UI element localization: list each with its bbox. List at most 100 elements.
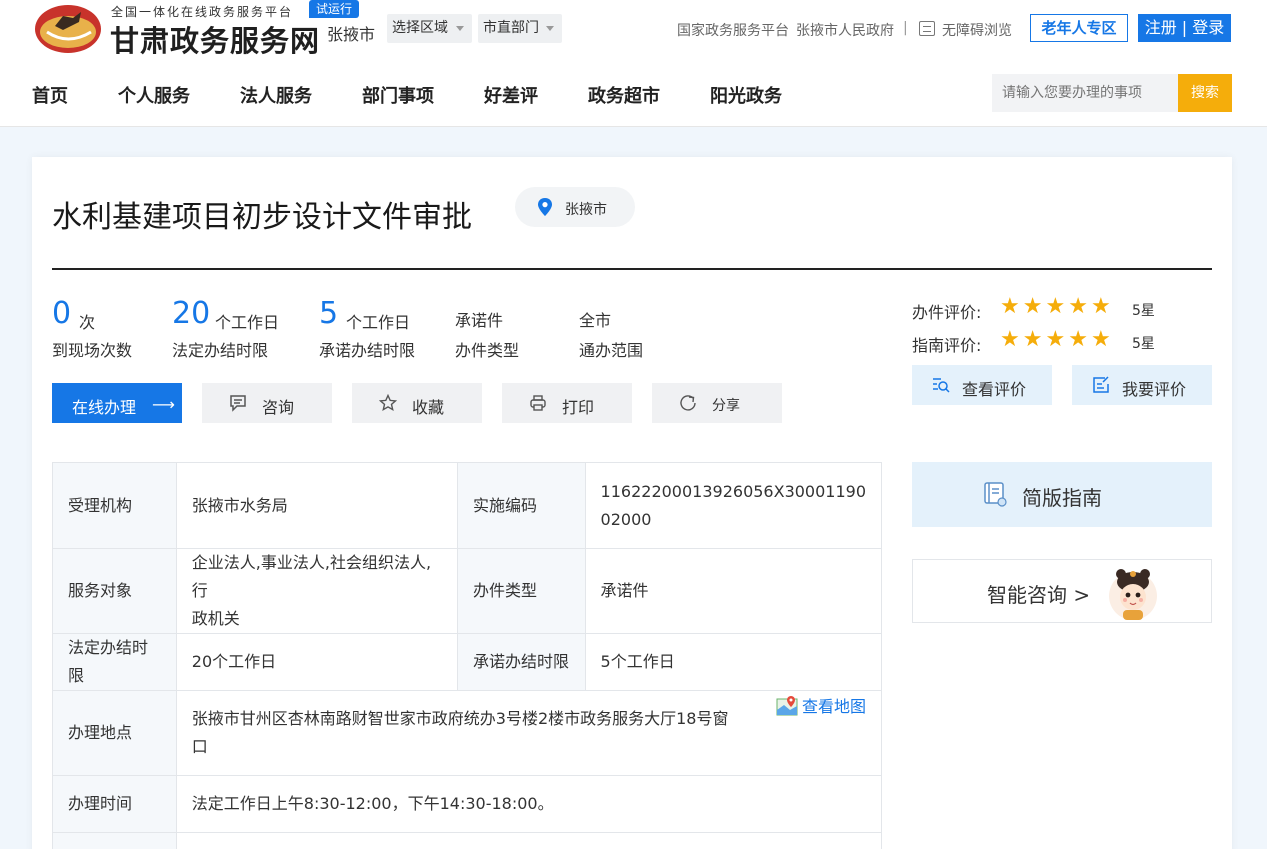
- trial-badge: 试运行: [309, 0, 360, 18]
- nav-legal-person-services[interactable]: 法人服务: [240, 82, 312, 108]
- nav-home[interactable]: 首页: [32, 82, 68, 108]
- refresh-share-icon: [680, 395, 696, 411]
- search-input[interactable]: [992, 74, 1179, 112]
- table-row: 服务对象 企业法人,事业法人,社会组织法人,行 政机关 办件类型 承诺件: [52, 548, 883, 634]
- star-filled-icon: ★: [1090, 327, 1114, 352]
- print-button[interactable]: 打印: [502, 383, 632, 423]
- table-value: 5个工作日: [584, 633, 883, 691]
- scope-label: 通办范围: [579, 341, 644, 360]
- search-button[interactable]: 搜索: [1178, 74, 1232, 112]
- table-key: 办件类型: [457, 548, 586, 634]
- table-key: 法定办结时限: [52, 633, 177, 691]
- implementation-code-line-2: 02000: [600, 509, 652, 529]
- item-type-label: 办件类型: [455, 341, 520, 360]
- visits-count: 0: [52, 296, 72, 331]
- address-line-1: 张掖市甘州区杏林南路财智世家市政府统办3号楼2楼市政务服务大厅18号窗: [191, 709, 729, 728]
- visits-label: 到现场次数: [52, 341, 133, 360]
- view-evaluations-button[interactable]: 查看评价: [912, 365, 1052, 405]
- scope-value: 全市: [579, 311, 612, 330]
- accessibility-link[interactable]: 无障碍浏览: [942, 20, 1012, 40]
- online-apply-label: 在线办理: [72, 398, 137, 417]
- guide-rating-stars: ★★★★★: [1000, 329, 1114, 351]
- site-title[interactable]: 甘肃政务服务网: [110, 18, 320, 60]
- view-map-label: 查看地图: [801, 697, 866, 716]
- write-evaluation-button[interactable]: 我要评价: [1072, 365, 1212, 405]
- table-value: 11622200013926056X30001190 02000: [584, 462, 883, 549]
- link-separator: |: [903, 20, 908, 36]
- view-map-link[interactable]: 查看地图: [776, 693, 866, 721]
- star-filled-icon: ★: [1022, 327, 1046, 352]
- share-label: 分享: [712, 398, 740, 414]
- region-select[interactable]: 选择区域: [387, 14, 472, 43]
- online-apply-button[interactable]: 在线办理 ⟶: [52, 383, 182, 423]
- map-icon: [776, 696, 798, 716]
- share-button[interactable]: 分享: [652, 383, 782, 423]
- nav-open-affairs[interactable]: 阳光政务: [710, 82, 782, 108]
- star-filled-icon: ★: [1022, 294, 1046, 319]
- star-outline-icon: [379, 394, 397, 412]
- edit-note-icon: [1093, 376, 1109, 393]
- table-value: 法定工作日上午8:30-12:00，下午14:30-18:00。: [175, 775, 883, 833]
- favorite-label: 收藏: [412, 398, 445, 417]
- assistant-avatar: [1109, 569, 1157, 620]
- visits-unit: 次: [79, 313, 96, 332]
- accessibility-icon[interactable]: [919, 21, 935, 36]
- department-select[interactable]: 市直部门: [478, 14, 562, 43]
- promise-days-count: 5: [319, 296, 339, 331]
- location-pin-icon: [538, 198, 552, 216]
- print-label: 打印: [562, 398, 595, 417]
- region-select-label: 选择区域: [392, 20, 448, 36]
- guide-rating-label: 指南评价:: [912, 336, 982, 355]
- horse-emblem-logo[interactable]: [33, 2, 103, 54]
- elder-zone-button[interactable]: 老年人专区: [1030, 14, 1128, 42]
- city-government-link[interactable]: 张掖市人民政府: [796, 20, 894, 40]
- legal-days-count: 20: [172, 296, 211, 331]
- title-divider: [52, 268, 1212, 270]
- favorite-button[interactable]: 收藏: [352, 383, 482, 423]
- nav-evaluation[interactable]: 好差评: [484, 82, 538, 108]
- page-title: 水利基建项目初步设计文件审批: [52, 200, 472, 235]
- table-value: 张掖市水务局: [175, 462, 459, 549]
- handle-rating-score: 5星: [1132, 303, 1155, 319]
- service-target-line-1: 企业法人,事业法人,社会组织法人,行: [191, 553, 432, 600]
- promise-days-unit: 个工作日: [346, 313, 411, 332]
- item-type-value: 承诺件: [455, 311, 504, 330]
- table-value: 承诺件: [584, 548, 883, 634]
- consult-button[interactable]: 咨询: [202, 383, 332, 423]
- table-value: 20个工作日: [175, 633, 459, 691]
- arrow-right-icon: ⟶: [152, 395, 175, 414]
- nav-department-items[interactable]: 部门事项: [362, 82, 434, 108]
- handle-rating-stars: ★★★★★: [1000, 296, 1114, 318]
- handle-rating-label: 办件评价:: [912, 303, 982, 322]
- star-filled-icon: ★: [1068, 327, 1091, 352]
- table-value: 企业法人,事业法人,社会组织法人,行 政机关: [175, 548, 459, 634]
- view-evaluations-label: 查看评价: [962, 380, 1027, 399]
- table-key: 受理机构: [52, 462, 177, 549]
- login-register-button[interactable]: 注册 | 登录: [1138, 14, 1231, 42]
- guide-book-icon: [984, 482, 1007, 507]
- table-key: 办理时间: [52, 775, 177, 833]
- star-filled-icon: ★: [1000, 327, 1023, 352]
- table-value: 查看地图 张掖市甘州区杏林南路财智世家市政府统办3号楼2楼市政务服务大厅18号窗…: [175, 690, 883, 776]
- ai-consult-button[interactable]: 智能咨询 >: [912, 559, 1212, 623]
- current-city: 张掖市: [327, 25, 376, 44]
- star-filled-icon: ★: [1045, 294, 1069, 319]
- table-key: [52, 832, 177, 849]
- nav-personal-services[interactable]: 个人服务: [118, 82, 190, 108]
- table-row: 办理地点 查看地图 张掖市甘州区杏林南路财智世家市政府统办3号楼2楼市政务服务大…: [52, 690, 883, 776]
- simple-guide-button[interactable]: 简版指南: [912, 462, 1212, 527]
- national-platform-link[interactable]: 国家政务服务平台: [677, 20, 789, 40]
- nav-gov-market[interactable]: 政务超市: [588, 82, 660, 108]
- promise-days-label: 承诺办结时限: [319, 341, 416, 360]
- legal-days-label: 法定办结时限: [172, 341, 269, 360]
- implementation-code-line-1: 11622200013926056X30001190: [600, 481, 866, 501]
- table-row: 法定办结时限 20个工作日 承诺办结时限 5个工作日: [52, 633, 883, 691]
- printer-icon: [530, 395, 546, 411]
- table-key: 承诺办结时限: [457, 633, 586, 691]
- chevron-down-icon: [456, 26, 464, 31]
- star-filled-icon: ★: [1000, 294, 1023, 319]
- table-key: 实施编码: [457, 462, 586, 549]
- simple-guide-label: 简版指南: [1022, 486, 1102, 510]
- table-key: 服务对象: [52, 548, 177, 634]
- table-key: 办理地点: [52, 690, 177, 776]
